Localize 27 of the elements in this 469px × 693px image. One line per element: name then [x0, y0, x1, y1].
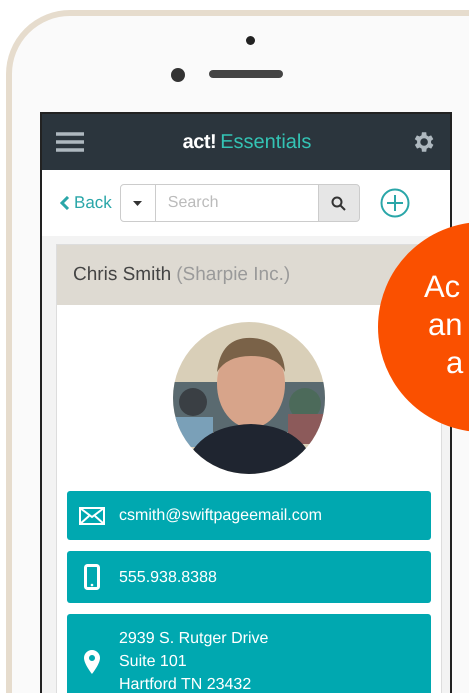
- plus-circle-icon: [380, 188, 410, 218]
- contact-name: Chris Smith: [73, 262, 172, 287]
- envelope-icon: [79, 506, 105, 524]
- map-pin-icon: [84, 650, 100, 674]
- callout-text: Ac: [424, 268, 462, 306]
- chevron-left-icon: [60, 196, 70, 210]
- detail-text: Hartford TN 23432: [119, 675, 252, 693]
- detail-text: 2939 S. Rutger Drive: [119, 629, 268, 649]
- phone-icon: [84, 564, 100, 590]
- detail-text: csmith@swiftpageemail.com: [119, 506, 322, 526]
- add-button[interactable]: [380, 188, 410, 218]
- company-name: (Sharpie Inc.): [176, 262, 290, 287]
- search-field[interactable]: Search: [156, 184, 318, 222]
- callout-text: a: [445, 344, 464, 382]
- contact-detail-bar[interactable]: 555.938.8388: [67, 551, 431, 603]
- caret-icon: [133, 200, 142, 206]
- callout-text: an: [427, 306, 464, 344]
- detail-text: Suite 101: [119, 652, 188, 672]
- detail-text: 555.938.8388: [119, 568, 217, 588]
- logo-text: Essentials: [220, 130, 312, 155]
- logo-wordmark: act!: [182, 130, 216, 155]
- back-button[interactable]: Back: [60, 190, 112, 216]
- contact-detail-bar[interactable]: 2939 S. Rutger Drive Suite 101 Hartford TN 23432: [67, 614, 431, 693]
- contact-detail-bar[interactable]: csmith@swiftpageemail.com: [67, 491, 431, 540]
- search-button[interactable]: [318, 184, 360, 222]
- menu-icon[interactable]: [56, 132, 84, 152]
- search-icon: [331, 196, 346, 210]
